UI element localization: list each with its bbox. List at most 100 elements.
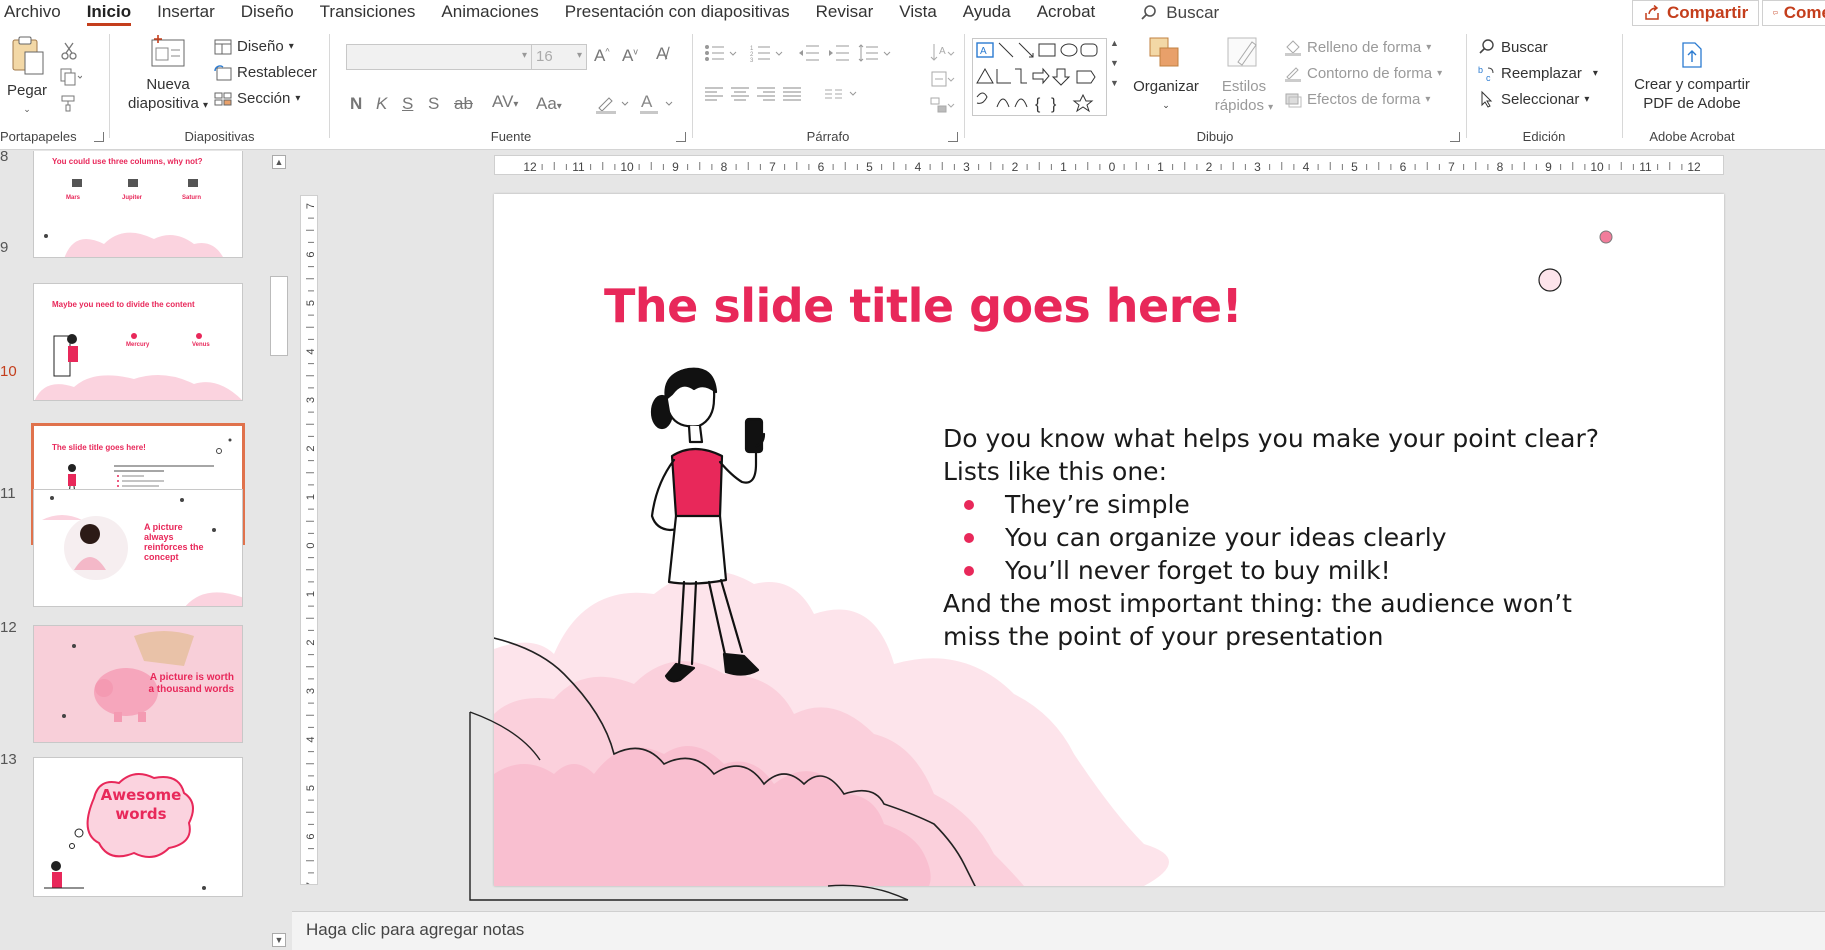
align-right-icon[interactable]: [756, 86, 776, 102]
svg-text:c: c: [1486, 73, 1491, 82]
tab-ayuda[interactable]: Ayuda: [950, 0, 1024, 26]
group-font: ▾ 16 ▾ A^ Av A̸ N K S S ab AV▾ Aa▾ A Fue…: [332, 32, 690, 144]
shape-effects-button[interactable]: Efectos de forma ▾: [1284, 90, 1430, 108]
change-case-button[interactable]: Aa▾: [536, 94, 562, 114]
tab-presentacion[interactable]: Presentación con diapositivas: [552, 0, 803, 26]
format-painter-icon[interactable]: [60, 94, 78, 112]
shape-outline-button[interactable]: Contorno de forma ▾: [1284, 64, 1442, 82]
highlight-icon[interactable]: [594, 92, 632, 116]
font-size-value: 16: [536, 48, 553, 65]
ruler-label: 4: [915, 160, 922, 174]
find-button[interactable]: Buscar: [1478, 38, 1548, 56]
underline-button[interactable]: S: [402, 94, 413, 114]
scroll-up-arrow-icon[interactable]: ▲: [272, 155, 286, 169]
align-center-icon[interactable]: [730, 86, 750, 102]
thumbnails-scrollbar[interactable]: [268, 151, 288, 950]
replace-button[interactable]: bc Reemplazar ▾: [1478, 64, 1598, 83]
notes-pane[interactable]: Haga clic para agregar notas: [292, 911, 1825, 950]
slide-number: 10: [0, 363, 17, 380]
layout-button[interactable]: Diseño ▾: [214, 38, 294, 55]
section-button[interactable]: Sección ▾: [214, 90, 300, 107]
select-button[interactable]: Seleccionar ▾: [1478, 90, 1589, 108]
tab-transiciones[interactable]: Transiciones: [307, 0, 429, 26]
ruler-label: 4: [1303, 160, 1310, 174]
share-label: Compartir: [1667, 3, 1749, 22]
font-launcher-icon[interactable]: [676, 132, 686, 142]
shrink-font-icon[interactable]: Av: [622, 46, 638, 66]
copy-icon[interactable]: [60, 68, 82, 86]
font-size-combo[interactable]: 16 ▾: [531, 44, 587, 70]
tab-inicio[interactable]: Inicio: [74, 0, 144, 26]
quick-styles-button[interactable]: Estilos rápidos ▾: [1206, 34, 1282, 117]
tab-acrobat[interactable]: Acrobat: [1024, 0, 1109, 26]
thumbnail-title: A picture is worth a thousand words: [148, 672, 234, 695]
slide-thumbnails-panel[interactable]: 8 You could use three columns, why not? …: [0, 151, 292, 950]
slide-title[interactable]: The slide title goes here!: [604, 279, 1243, 333]
slide-thumbnail-9[interactable]: Maybe you need to divide the content Mer…: [33, 283, 243, 401]
share-button[interactable]: Compartir: [1632, 0, 1760, 26]
paragraph-launcher-icon[interactable]: [948, 132, 958, 142]
horizontal-ruler-ticks: 12 11 10 9 8 7 6 5 4 3 2 1 0 1 2 3 4 5 6 7 8 9 10 11 12: [523, 160, 1701, 174]
character-spacing-button[interactable]: AV▾: [492, 92, 518, 112]
shapes-gallery[interactable]: A {} ▲ ▼ ▼: [972, 38, 1122, 116]
select-label: Seleccionar: [1501, 90, 1580, 108]
gallery-scroll[interactable]: ▲ ▼ ▼: [1106, 38, 1122, 116]
scroll-down-arrow-icon[interactable]: ▼: [272, 933, 286, 947]
shape-fill-button[interactable]: Relleno de forma ▾: [1284, 38, 1431, 56]
smartart-icon[interactable]: [930, 96, 956, 116]
tab-vista[interactable]: Vista: [886, 0, 950, 26]
search-label: Buscar: [1166, 3, 1220, 22]
new-slide-button[interactable]: Nueva diapositiva ▾: [116, 34, 220, 115]
clipboard-launcher-icon[interactable]: [94, 132, 104, 142]
pencil-icon: [1285, 67, 1301, 82]
numbering-icon[interactable]: 123: [750, 44, 786, 62]
increase-indent-icon[interactable]: [828, 44, 850, 62]
tab-insertar[interactable]: Insertar: [144, 0, 228, 26]
align-left-icon[interactable]: [704, 86, 724, 102]
cut-icon[interactable]: [60, 42, 78, 60]
clear-format-icon[interactable]: A̸: [656, 44, 667, 64]
tell-me-search[interactable]: Buscar: [1108, 3, 1219, 23]
shadow-button[interactable]: S: [428, 94, 439, 114]
ruler-label: 8: [1497, 160, 1504, 174]
slide-thumbnail-11[interactable]: A picture always reinforces the concept: [33, 489, 243, 607]
create-pdf-label-1: Crear y compartir: [1634, 76, 1750, 93]
justify-icon[interactable]: [782, 86, 802, 102]
vertical-ruler: 7 6 5 4 3 2 1 0 1 2 3 4 5 6 7: [300, 195, 318, 885]
comments-button[interactable]: Come: [1762, 0, 1825, 26]
ruler-label: 12: [1687, 160, 1701, 174]
chevron-down-icon: ▾: [576, 50, 582, 61]
tab-diseno[interactable]: Diseño: [228, 0, 307, 26]
ruler-label: 4: [305, 736, 317, 742]
body-intro-line-2: Lists like this one:: [943, 457, 1167, 486]
strikethrough-button[interactable]: ab: [454, 94, 473, 114]
font-name-combo[interactable]: ▾: [346, 44, 532, 70]
text-direction-icon[interactable]: A: [930, 42, 956, 64]
arrange-button[interactable]: Organizar ⌄: [1128, 34, 1204, 115]
drawing-launcher-icon[interactable]: [1450, 132, 1460, 142]
font-color-icon[interactable]: A: [638, 92, 676, 116]
bullet-item: You can organize your ideas clearly: [943, 521, 1643, 554]
thumbnails-scroll-thumb[interactable]: [270, 276, 288, 356]
italic-button[interactable]: K: [376, 94, 387, 114]
reset-button[interactable]: Restablecer: [214, 64, 317, 81]
decrease-indent-icon[interactable]: [798, 44, 820, 62]
ruler-label: 7: [305, 882, 317, 885]
slide-thumbnail-12[interactable]: A picture is worth a thousand words: [33, 625, 243, 743]
columns-icon[interactable]: [824, 86, 860, 102]
slide-thumbnail-13[interactable]: Awesome words: [33, 757, 243, 897]
tab-revisar[interactable]: Revisar: [803, 0, 887, 26]
body-closing-line-2: miss the point of your presentation: [943, 622, 1384, 651]
slide-thumbnail-8[interactable]: You could use three columns, why not? Ma…: [33, 151, 243, 258]
align-text-icon[interactable]: [930, 70, 956, 90]
tab-animaciones[interactable]: Animaciones: [428, 0, 551, 26]
tab-archivo[interactable]: Archivo: [0, 0, 74, 26]
grow-font-icon[interactable]: A^: [594, 46, 610, 66]
shapes-gallery-icons: A {}: [976, 42, 1098, 113]
line-spacing-icon[interactable]: [858, 44, 894, 62]
paste-button[interactable]: Pegar ⌄: [2, 34, 52, 119]
bold-button[interactable]: N: [350, 94, 362, 114]
slide-body-textbox[interactable]: Do you know what helps you make your poi…: [943, 422, 1643, 653]
bullets-icon[interactable]: [704, 44, 740, 62]
create-share-pdf-button[interactable]: Crear y compartir PDF de Adobe: [1624, 40, 1760, 113]
